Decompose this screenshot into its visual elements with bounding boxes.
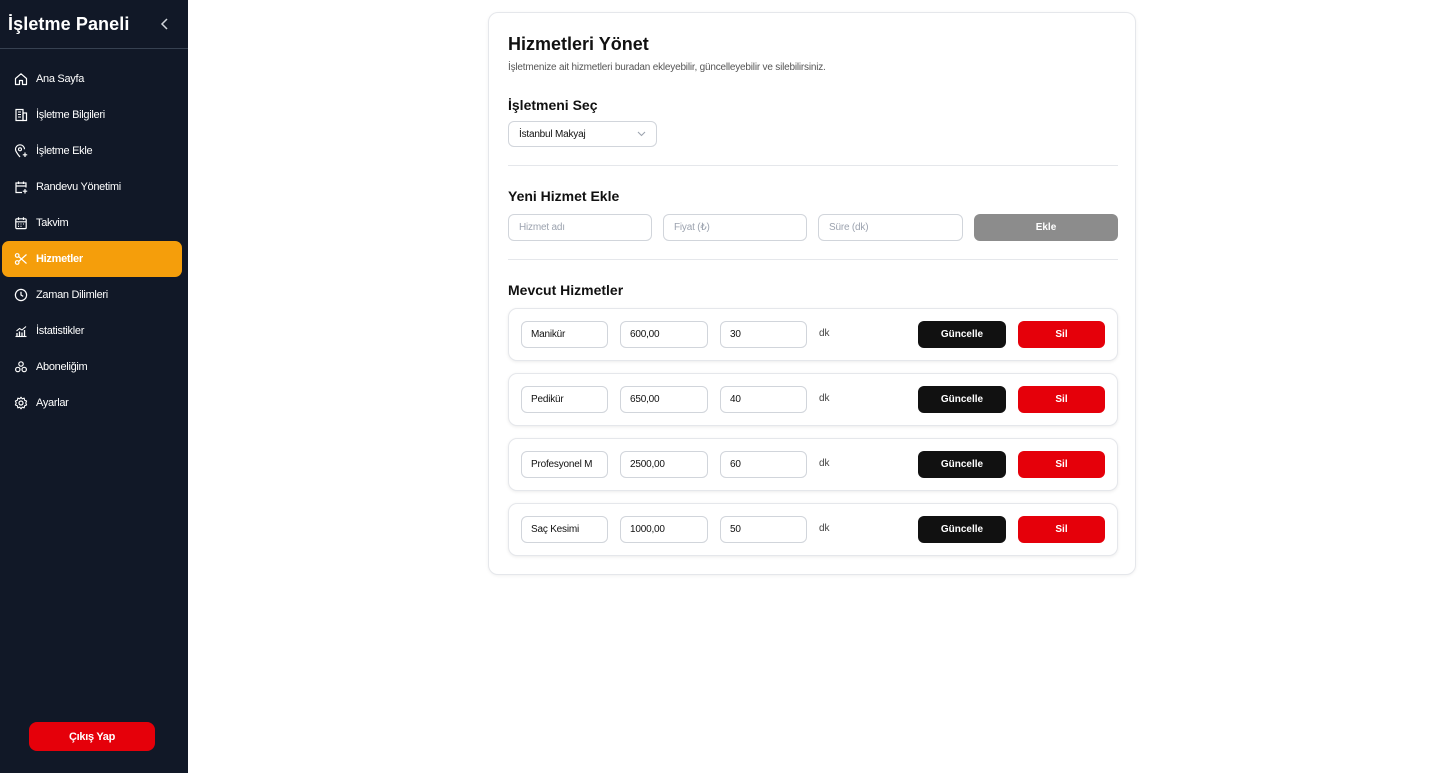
delete-button[interactable]: Sil [1018, 321, 1105, 348]
sidebar-item-istatistikler[interactable]: İstatistikler [2, 313, 182, 349]
select-business-heading: İşletmeni Seç [508, 97, 598, 113]
manage-services-card: Hizmetleri Yönet İşletmenize ait hizmetl… [488, 12, 1136, 575]
sidebar-item-label: Takvim [36, 217, 69, 229]
service-name-input[interactable]: Hizmet adı [508, 214, 652, 241]
sidebar-title: İşletme Paneli [8, 13, 130, 34]
service-price-field[interactable]: 650,00 [620, 386, 708, 413]
building-icon [13, 107, 29, 123]
update-button[interactable]: Güncelle [918, 451, 1006, 478]
service-row: Saç Kesimi 1000,00 50 dk Güncelle Sil [508, 503, 1118, 556]
sidebar-item-label: İstatistikler [36, 325, 85, 337]
sidebar-item-label: Aboneliğim [36, 361, 88, 373]
service-name-field[interactable]: Profesyonel M [521, 451, 608, 478]
service-duration-input[interactable]: Süre (dk) [818, 214, 963, 241]
duration-unit: dk [819, 328, 830, 339]
sidebar-item-label: Randevu Yönetimi [36, 181, 121, 193]
update-button[interactable]: Güncelle [918, 321, 1006, 348]
service-price-field[interactable]: 2500,00 [620, 451, 708, 478]
chart-icon [13, 323, 29, 339]
duration-unit: dk [819, 523, 830, 534]
sidebar-item-label: İşletme Bilgileri [36, 109, 105, 121]
add-service-button[interactable]: Ekle [974, 214, 1118, 241]
service-price-field[interactable]: 600,00 [620, 321, 708, 348]
duration-unit: dk [819, 393, 830, 404]
sidebar-item-aboneligim[interactable]: Aboneliğim [2, 349, 182, 385]
service-name-field[interactable]: Pedikür [521, 386, 608, 413]
sidebar-item-label: Ayarlar [36, 397, 69, 409]
business-select-value: İstanbul Makyaj [519, 128, 586, 140]
service-duration-field[interactable]: 40 [720, 386, 807, 413]
sidebar-header: İşletme Paneli [0, 0, 188, 49]
page-title: Hizmetleri Yönet [508, 34, 649, 54]
service-duration-field[interactable]: 30 [720, 321, 807, 348]
chevron-left-icon[interactable] [158, 17, 172, 31]
divider [508, 259, 1118, 260]
sidebar-item-zaman-dilimleri[interactable]: Zaman Dilimleri [2, 277, 182, 313]
sidebar-item-hizmetler[interactable]: Hizmetler [2, 241, 182, 277]
divider [508, 165, 1118, 166]
service-price-input[interactable]: Fiyat (₺) [663, 214, 807, 241]
new-service-heading: Yeni Hizmet Ekle [508, 188, 620, 204]
service-price-field[interactable]: 1000,00 [620, 516, 708, 543]
subscription-icon [13, 359, 29, 375]
sidebar-item-ayarlar[interactable]: Ayarlar [2, 385, 182, 421]
clock-icon [13, 287, 29, 303]
gear-icon [13, 395, 29, 411]
home-icon [13, 71, 29, 87]
service-row: Manikür 600,00 30 dk Güncelle Sil [508, 308, 1118, 361]
calendar-plus-icon [13, 179, 29, 195]
logout-button[interactable]: Çıkış Yap [29, 722, 155, 751]
business-select[interactable]: İstanbul Makyaj [508, 121, 657, 147]
existing-services-heading: Mevcut Hizmetler [508, 282, 624, 298]
sidebar: İşletme Paneli Ana Sayfa İşletme Bilgile… [0, 0, 188, 773]
scissors-icon [13, 251, 29, 267]
map-pin-plus-icon [13, 143, 29, 159]
sidebar-item-isletme-ekle[interactable]: İşletme Ekle [2, 133, 182, 169]
service-duration-field[interactable]: 50 [720, 516, 807, 543]
service-row: Pedikür 650,00 40 dk Güncelle Sil [508, 373, 1118, 426]
sidebar-nav: Ana Sayfa İşletme Bilgileri İşletme Ekle… [2, 61, 182, 421]
sidebar-item-label: Zaman Dilimleri [36, 289, 108, 301]
delete-button[interactable]: Sil [1018, 386, 1105, 413]
sidebar-item-isletme-bilgileri[interactable]: İşletme Bilgileri [2, 97, 182, 133]
sidebar-item-takvim[interactable]: Takvim [2, 205, 182, 241]
sidebar-item-randevu-yonetimi[interactable]: Randevu Yönetimi [2, 169, 182, 205]
calendar-icon [13, 215, 29, 231]
duration-unit: dk [819, 458, 830, 469]
sidebar-item-label: Hizmetler [36, 253, 83, 265]
update-button[interactable]: Güncelle [918, 386, 1006, 413]
page-subtitle: İşletmenize ait hizmetleri buradan ekley… [508, 62, 826, 73]
delete-button[interactable]: Sil [1018, 451, 1105, 478]
delete-button[interactable]: Sil [1018, 516, 1105, 543]
service-name-field[interactable]: Manikür [521, 321, 608, 348]
sidebar-item-label: İşletme Ekle [36, 145, 93, 157]
service-row: Profesyonel M 2500,00 60 dk Güncelle Sil [508, 438, 1118, 491]
chevron-down-icon [637, 129, 646, 140]
service-name-field[interactable]: Saç Kesimi [521, 516, 608, 543]
sidebar-item-label: Ana Sayfa [36, 73, 85, 85]
sidebar-item-ana-sayfa[interactable]: Ana Sayfa [2, 61, 182, 97]
update-button[interactable]: Güncelle [918, 516, 1006, 543]
service-duration-field[interactable]: 60 [720, 451, 807, 478]
